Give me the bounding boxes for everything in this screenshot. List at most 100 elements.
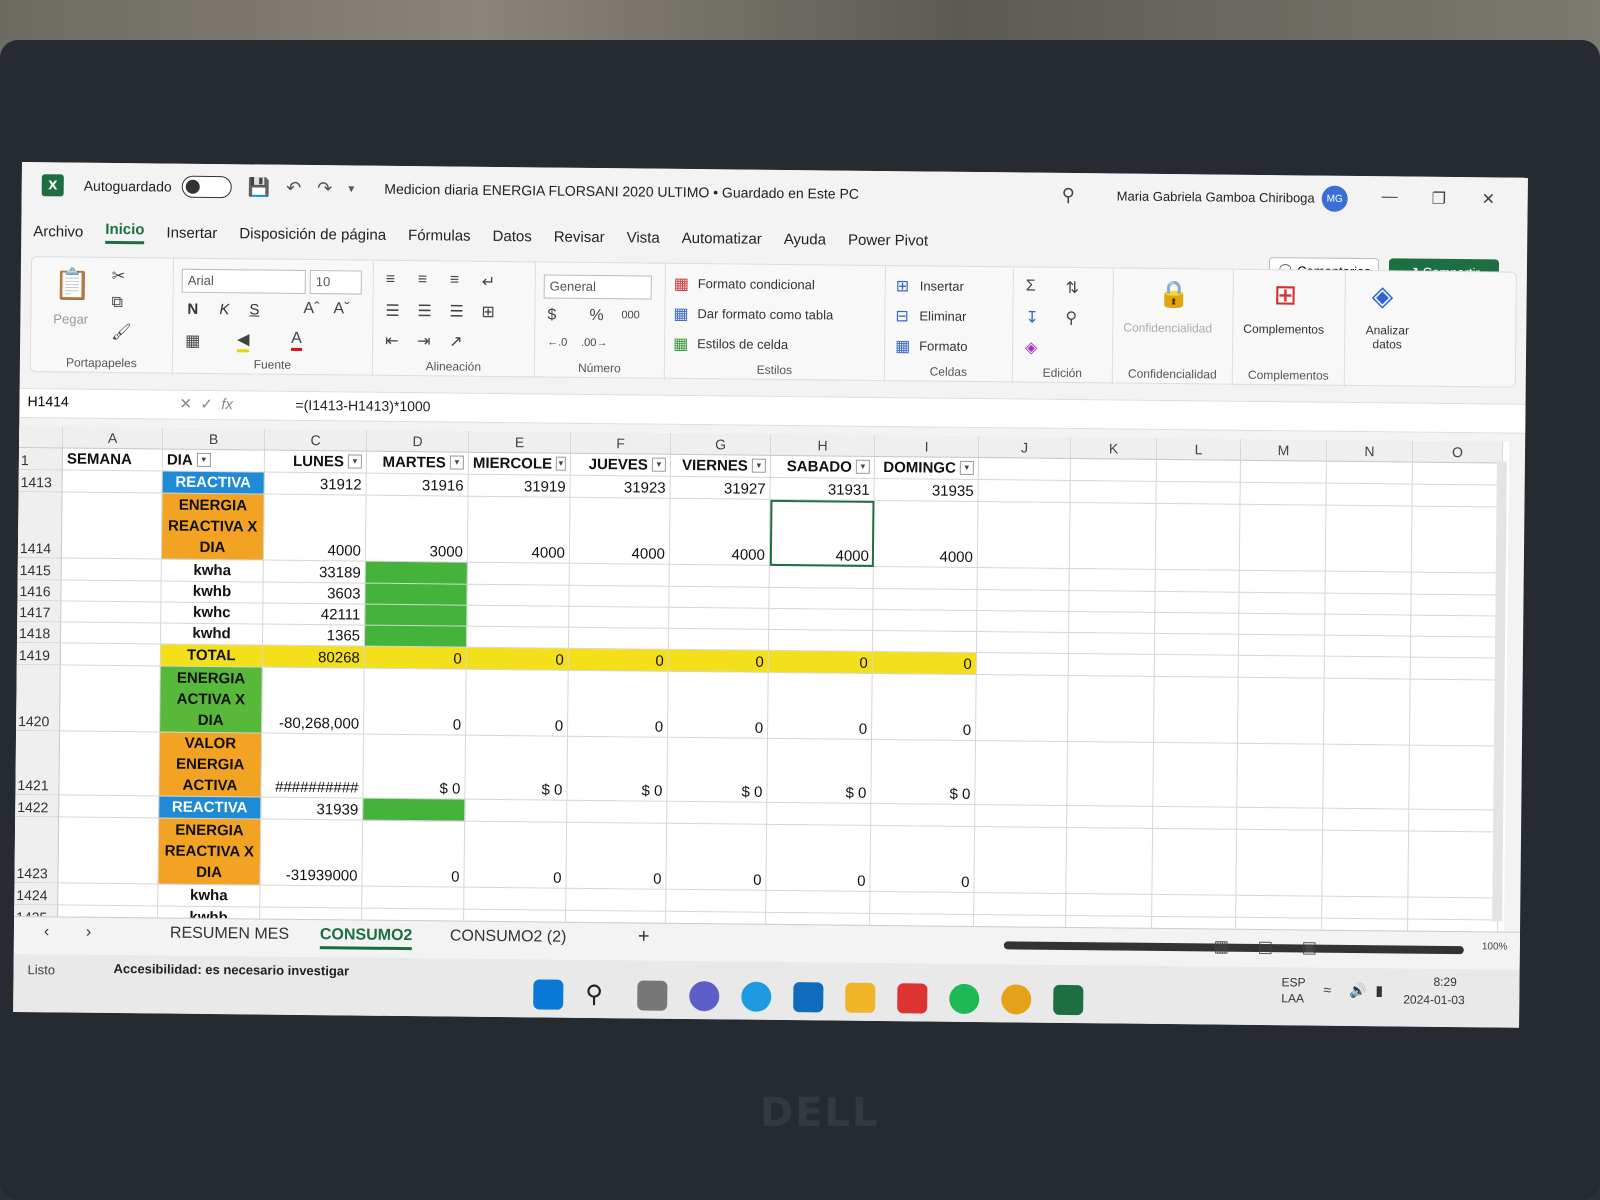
column-header[interactable]: C <box>264 428 368 452</box>
table-cell[interactable]: -31939000 <box>260 819 364 887</box>
format-painter-icon[interactable]: 🖌 <box>111 322 132 342</box>
table-cell[interactable] <box>766 890 871 914</box>
table-cell[interactable] <box>1153 742 1238 808</box>
table-cell[interactable] <box>1152 894 1237 918</box>
tab-consumo2-copy[interactable]: CONSUMO2 (2) <box>450 928 567 947</box>
analyze-data-icon[interactable]: ◈ <box>1372 279 1394 312</box>
table-cell[interactable]: 80268 <box>262 645 365 669</box>
table-cell[interactable] <box>870 891 975 916</box>
minimize-icon[interactable]: — <box>1382 188 1398 206</box>
paste-icon[interactable]: 📋 <box>54 267 92 302</box>
column-header[interactable]: D <box>366 429 470 453</box>
table-cell[interactable] <box>1154 633 1240 656</box>
fx-icon[interactable]: ✕ ✓ fx <box>179 395 233 414</box>
table-cell[interactable] <box>977 590 1070 612</box>
formula-input[interactable]: =(I1413-H1413)*1000 <box>295 397 430 414</box>
align-bottom-icon[interactable]: ≡ <box>450 271 460 289</box>
table-cell[interactable] <box>260 885 363 909</box>
save-icon[interactable]: 💾 <box>248 177 271 198</box>
table-cell[interactable] <box>1409 809 1500 833</box>
table-cell[interactable] <box>1409 679 1501 747</box>
table-cell[interactable] <box>668 628 770 651</box>
increase-font-icon[interactable]: Aˆ <box>303 300 319 318</box>
row-label[interactable]: TOTAL <box>160 644 263 668</box>
table-cell[interactable]: 0 <box>568 648 669 672</box>
table-cell[interactable] <box>1069 590 1156 613</box>
filter-dropdown-icon[interactable]: ▾ <box>651 457 666 472</box>
table-cell[interactable] <box>364 625 468 648</box>
table-cell[interactable] <box>363 798 466 822</box>
font-color-icon[interactable]: A <box>291 329 302 351</box>
align-middle-icon[interactable]: ≡ <box>418 271 428 289</box>
table-cell[interactable] <box>1153 676 1239 744</box>
table-cell[interactable]: 0 <box>466 669 569 737</box>
table-cell[interactable] <box>1408 897 1499 921</box>
normal-view-icon[interactable]: ▦ <box>1214 937 1229 957</box>
table-cell[interactable] <box>1237 743 1324 809</box>
table-cell[interactable] <box>1323 744 1410 810</box>
tab-insertar[interactable]: Insertar <box>166 224 217 242</box>
select-all-corner[interactable] <box>19 425 64 449</box>
row-label[interactable]: kwha <box>158 884 261 908</box>
table-cell[interactable]: 4000 <box>569 497 671 565</box>
table-cell[interactable] <box>1409 745 1500 811</box>
cut-icon[interactable]: ✂ <box>112 266 126 286</box>
table-cell[interactable]: 31912 <box>264 472 367 496</box>
table-cell[interactable] <box>1152 828 1238 896</box>
tab-formulas[interactable]: Fórmulas <box>408 227 471 245</box>
column-header[interactable]: F <box>570 431 672 455</box>
table-cell[interactable] <box>974 893 1067 916</box>
tab-disposicion[interactable]: Disposición de página <box>239 225 386 244</box>
table-cell[interactable] <box>1156 481 1241 505</box>
table-cell[interactable]: $ 0 <box>767 738 872 804</box>
table-cell[interactable] <box>1412 484 1503 508</box>
italic-button[interactable]: K <box>219 301 229 318</box>
table-header-cell[interactable]: VIERNES ▾ <box>670 454 771 478</box>
table-header-cell[interactable]: LUNES ▾ <box>264 450 367 474</box>
percent-icon[interactable]: % <box>589 307 603 325</box>
acrobat-icon[interactable] <box>897 983 928 1014</box>
column-header[interactable]: B <box>162 427 266 451</box>
table-cell[interactable] <box>1069 611 1156 634</box>
table-cell[interactable] <box>977 568 1070 591</box>
table-header-cell[interactable]: DIA ▾ <box>162 449 265 473</box>
table-cell[interactable]: 31916 <box>366 473 469 497</box>
close-icon[interactable]: ✕ <box>1482 189 1496 209</box>
table-cell[interactable] <box>1236 895 1323 919</box>
addins-button[interactable]: Complementos <box>1243 322 1324 337</box>
table-cell[interactable] <box>1326 461 1413 485</box>
table-header-cell[interactable]: SEMANA <box>62 448 163 472</box>
find-icon[interactable]: ⚲ <box>1065 308 1077 328</box>
chrome-icon[interactable] <box>1001 984 1032 1015</box>
table-cell[interactable] <box>467 605 570 628</box>
delete-cells-button[interactable]: Eliminar <box>919 308 966 323</box>
table-cell[interactable] <box>1155 612 1240 635</box>
table-cell[interactable] <box>1239 592 1326 615</box>
volume-icon[interactable]: 🔊 <box>1349 982 1367 999</box>
table-cell[interactable] <box>975 675 1069 742</box>
row-label[interactable]: kwha <box>161 559 264 583</box>
table-cell[interactable] <box>1155 569 1240 593</box>
table-cell[interactable]: 31931 <box>770 477 875 501</box>
column-header[interactable]: J <box>978 436 1072 460</box>
table-cell[interactable] <box>1326 483 1413 507</box>
decrease-decimal-icon[interactable]: .00→ <box>581 337 607 349</box>
cell-styles-button[interactable]: Estilos de celda <box>697 336 788 352</box>
table-cell[interactable]: $ 0 <box>465 735 569 801</box>
conditional-format-button[interactable]: Formato condicional <box>698 276 815 292</box>
table-cell[interactable] <box>1067 741 1154 807</box>
table-cell[interactable] <box>365 583 468 606</box>
table-cell[interactable]: 3603 <box>263 582 366 605</box>
row-header[interactable]: 1418 <box>16 621 62 644</box>
table-cell[interactable]: 3000 <box>365 495 469 563</box>
table-cell[interactable]: 0 <box>364 668 467 736</box>
table-cell[interactable]: 33189 <box>263 560 366 584</box>
page-break-icon[interactable]: ▣ <box>1302 937 1317 957</box>
table-cell[interactable]: 0 <box>768 650 873 674</box>
row-label[interactable]: REACTIVA <box>159 796 262 820</box>
table-cell[interactable] <box>1070 480 1157 504</box>
table-cell[interactable] <box>60 622 162 645</box>
table-cell[interactable] <box>1240 482 1327 506</box>
table-cell[interactable] <box>1240 460 1327 484</box>
table-cell[interactable]: $ 0 <box>871 739 976 806</box>
